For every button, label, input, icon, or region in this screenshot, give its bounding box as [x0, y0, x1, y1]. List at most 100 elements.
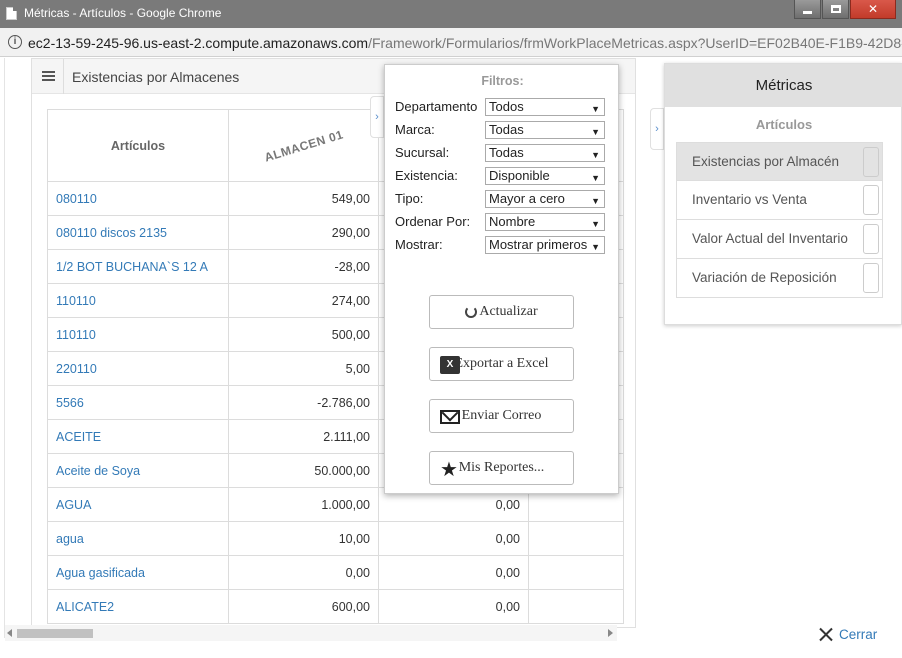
filter-row-ordenar: Ordenar Por: Nombre: [395, 213, 605, 231]
mis-reportes-button[interactable]: ★ Mis Reportes...: [429, 451, 574, 485]
metrics-title: Métricas: [665, 64, 902, 107]
articulo-link[interactable]: AGUA: [47, 487, 229, 522]
expand-metrics-tab[interactable]: ›: [650, 108, 664, 150]
metric-checkbox[interactable]: [863, 185, 879, 215]
chevron-right-icon: ›: [655, 123, 659, 135]
metric-checkbox[interactable]: [863, 224, 879, 254]
reportes-label: Mis Reportes...: [458, 460, 545, 475]
departamento-select[interactable]: Todos: [485, 98, 605, 116]
almacen-01-cell: 0,00: [228, 555, 379, 590]
articulo-link[interactable]: 110110: [47, 317, 229, 352]
chevron-right-icon: ›: [375, 111, 379, 123]
almacen-01-cell: 500,00: [228, 317, 379, 352]
url-path: /Framework/Formularios/frmWorkPlaceMetri…: [368, 35, 902, 51]
articulo-link[interactable]: 5566: [47, 385, 229, 420]
star-icon: ★: [440, 457, 458, 481]
maximize-button[interactable]: [822, 0, 849, 19]
filter-row-mostrar: Mostrar: Mostrar primeros: [395, 236, 605, 254]
metric-checkbox[interactable]: [863, 263, 879, 293]
filter-row-marca: Marca: Todas: [395, 121, 605, 139]
left-divider: [4, 58, 5, 638]
filters-title: Filtros:: [481, 74, 524, 88]
metrics-subtitle: Artículos: [755, 117, 813, 132]
scroll-left-icon[interactable]: [7, 629, 12, 637]
articulo-link[interactable]: ALICATE2: [47, 589, 229, 624]
url-text[interactable]: ec2-13-59-245-96.us-east-2.compute.amazo…: [28, 35, 902, 51]
address-bar[interactable]: i ec2-13-59-245-96.us-east-2.compute.ama…: [0, 28, 902, 57]
column-header-almacen-01[interactable]: ALMACEN 01: [228, 109, 379, 182]
maximize-icon: [830, 5, 841, 13]
marca-select[interactable]: Todas: [485, 121, 605, 139]
almacen-01-cell: 2.111,00: [228, 419, 379, 454]
filters-popup: Filtros: Departamento Todos Marca: Todas…: [384, 64, 619, 494]
scroll-thumb-horizontal[interactable]: [17, 629, 93, 638]
metric-item-inventario-venta[interactable]: Inventario vs Venta: [676, 181, 883, 220]
table-row[interactable]: ALICATE2 600,00 0,00: [47, 589, 624, 624]
filter-row-departamento: Departamento Todos: [395, 98, 605, 116]
articulo-link[interactable]: 080110 discos 2135: [47, 215, 229, 250]
column-header-label: ALMACEN 01: [262, 126, 345, 165]
metric-item-label: Existencias por Almacén: [692, 154, 840, 169]
metric-checkbox[interactable]: [863, 147, 879, 177]
almacen-01-cell: 274,00: [228, 283, 379, 318]
articulo-link[interactable]: Agua gasificada: [47, 555, 229, 590]
filter-row-existencia: Existencia: Disponible: [395, 167, 605, 185]
mostrar-select[interactable]: Mostrar primeros: [485, 236, 605, 254]
cerrar-button[interactable]: Cerrar: [818, 626, 877, 642]
existencia-select[interactable]: Disponible: [485, 167, 605, 185]
close-window-button[interactable]: ✕: [850, 0, 896, 19]
articulo-link[interactable]: 110110: [47, 283, 229, 318]
metrics-panel: Métricas Artículos Existencias por Almac…: [664, 63, 902, 325]
refresh-icon: [465, 306, 478, 318]
almacen-01-cell: 50.000,00: [228, 453, 379, 488]
column-3-cell: 0,00: [378, 555, 529, 590]
filter-label: Ordenar Por:: [395, 214, 471, 229]
list-icon[interactable]: [42, 71, 55, 82]
filter-label: Existencia:: [395, 168, 458, 183]
scroll-right-icon[interactable]: [608, 629, 613, 637]
page-content: Existencias por Almacenes Artículos ALMA…: [0, 58, 902, 658]
tipo-select[interactable]: Mayor a cero: [485, 190, 605, 208]
info-icon[interactable]: i: [8, 35, 22, 49]
table-row[interactable]: agua 10,00 0,00: [47, 521, 624, 556]
enviar-correo-button[interactable]: Enviar Correo: [429, 399, 574, 433]
window-titlebar: Métricas - Artículos - Google Chrome ✕: [0, 0, 902, 28]
filter-label: Marca:: [395, 122, 435, 137]
metric-item-valor-actual[interactable]: Valor Actual del Inventario: [676, 220, 883, 259]
ordenar-por-select[interactable]: Nombre: [485, 213, 605, 231]
panel-title: Existencias por Almacenes: [72, 69, 240, 85]
correo-label: Enviar Correo: [461, 408, 542, 423]
minimize-button[interactable]: [794, 0, 821, 19]
excel-icon: X: [440, 356, 460, 374]
horizontal-scrollbar[interactable]: [5, 625, 617, 641]
articulo-link[interactable]: 080110: [47, 181, 229, 216]
table-row[interactable]: Agua gasificada 0,00 0,00: [47, 555, 624, 590]
almacen-01-cell: -28,00: [228, 249, 379, 284]
articulo-link[interactable]: ACEITE: [47, 419, 229, 454]
exportar-label: Exportar a Excel: [454, 356, 549, 371]
minimize-icon: [803, 10, 812, 14]
metric-item-existencias[interactable]: Existencias por Almacén: [676, 142, 883, 181]
column-header-articulos[interactable]: Artículos: [47, 109, 229, 182]
url-host: ec2-13-59-245-96.us-east-2.compute.amazo…: [28, 35, 369, 51]
mail-icon: [440, 410, 460, 424]
expand-filters-tab[interactable]: ›: [370, 96, 384, 138]
actualizar-label: Actualizar: [479, 304, 538, 319]
almacen-01-cell: 290,00: [228, 215, 379, 250]
sucursal-select[interactable]: Todas: [485, 144, 605, 162]
almacen-01-cell: 10,00: [228, 521, 379, 556]
exportar-excel-button[interactable]: X Exportar a Excel: [429, 347, 574, 381]
close-icon: ✕: [867, 2, 879, 16]
close-x-icon: [818, 626, 834, 642]
metric-item-variacion[interactable]: Variación de Reposición: [676, 259, 883, 298]
filter-label: Departamento: [395, 99, 478, 114]
actualizar-button[interactable]: Actualizar: [429, 295, 574, 329]
column-4-cell: [528, 555, 624, 590]
articulo-link[interactable]: agua: [47, 521, 229, 556]
almacen-01-cell: 549,00: [228, 181, 379, 216]
articulo-link[interactable]: Aceite de Soya: [47, 453, 229, 488]
almacen-01-cell: 5,00: [228, 351, 379, 386]
window-title: Métricas - Artículos - Google Chrome: [24, 6, 222, 20]
articulo-link[interactable]: 1/2 BOT BUCHANA`S 12 A: [47, 249, 229, 284]
articulo-link[interactable]: 220110: [47, 351, 229, 386]
